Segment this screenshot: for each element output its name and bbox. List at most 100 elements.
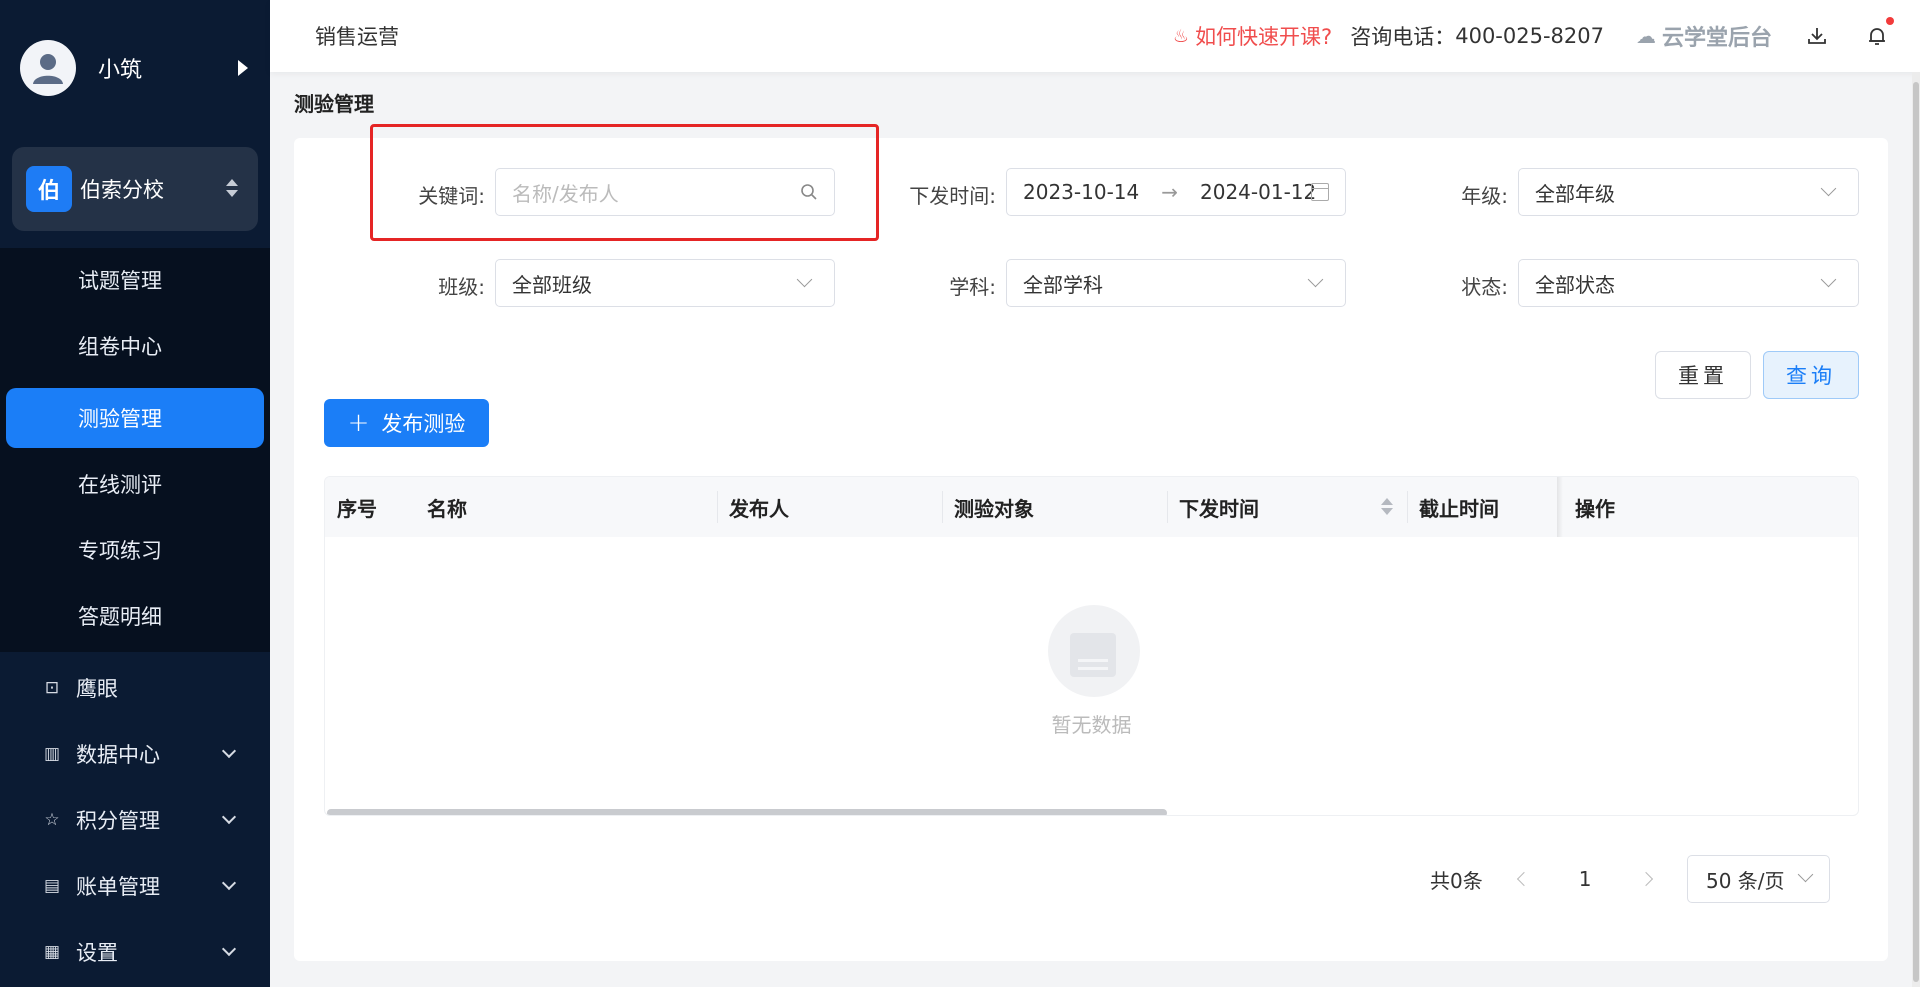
sidebar-item-label: 账单管理 bbox=[76, 875, 160, 899]
sidebar-item-data-center[interactable]: ▥ 数据中心 bbox=[0, 724, 270, 784]
chevron-down-icon bbox=[1307, 271, 1324, 288]
keyword-highlight-box bbox=[370, 124, 879, 241]
sort-icon[interactable] bbox=[1381, 498, 1393, 515]
sidebar-item-settings[interactable]: ▦ 设置 bbox=[0, 922, 270, 982]
subject-value: 全部学科 bbox=[1023, 272, 1103, 297]
sidebar: 小筑 伯 伯索分校 试题管理 组卷中心 测验管理 在线测评 专项练习 答题明细 … bbox=[0, 0, 270, 987]
page-size-value: 50 条/页 bbox=[1706, 868, 1785, 893]
flame-icon: ♨ bbox=[1172, 25, 1190, 47]
submenu: 试题管理 组卷中心 测验管理 在线测评 专项练习 答题明细 bbox=[0, 248, 270, 652]
bill-icon: ▤ bbox=[43, 876, 61, 896]
empty-data-icon bbox=[1048, 605, 1140, 697]
page-title: 测验管理 bbox=[294, 92, 374, 116]
column-header-issue-time[interactable]: 下发时间 bbox=[1167, 477, 1407, 537]
arrow-right-icon: → bbox=[1161, 180, 1178, 204]
user-name: 小筑 bbox=[98, 57, 143, 83]
sidebar-item-label: 答题明细 bbox=[78, 605, 162, 629]
status-select[interactable]: 全部状态 bbox=[1518, 259, 1859, 307]
time-label: 下发时间: bbox=[909, 184, 996, 208]
notification-button[interactable] bbox=[1862, 17, 1894, 51]
reset-button[interactable]: 重置 bbox=[1655, 351, 1751, 399]
class-label: 班级: bbox=[438, 275, 485, 299]
vertical-scrollbar[interactable] bbox=[1913, 82, 1919, 982]
class-value: 全部班级 bbox=[512, 272, 592, 297]
school-name: 伯索分校 bbox=[80, 178, 164, 202]
sidebar-item-label: 数据中心 bbox=[76, 743, 160, 767]
download-button[interactable] bbox=[1802, 21, 1832, 51]
column-header-deadline: 截止时间 bbox=[1419, 496, 1499, 521]
sidebar-item-label: 鹰眼 bbox=[76, 677, 118, 701]
column-header-publisher: 发布人 bbox=[729, 496, 789, 521]
school-switcher[interactable]: 伯 伯索分校 bbox=[12, 147, 258, 231]
issue-time-label: 下发时间 bbox=[1179, 496, 1259, 521]
subject-label: 学科: bbox=[949, 275, 996, 299]
grade-label: 年级: bbox=[1461, 184, 1508, 208]
sidebar-item-label: 组卷中心 bbox=[78, 335, 162, 359]
horizontal-scrollbar[interactable] bbox=[327, 809, 1167, 815]
sidebar-item-bills[interactable]: ▤ 账单管理 bbox=[0, 856, 270, 916]
date-end[interactable]: 2024-01-12 bbox=[1200, 180, 1316, 204]
user-avatar-icon bbox=[33, 53, 63, 84]
chart-icon: ▥ bbox=[43, 744, 61, 764]
column-header-target: 测验对象 bbox=[954, 496, 1034, 521]
status-value: 全部状态 bbox=[1535, 272, 1615, 297]
eagle-eye-icon: ⊡ bbox=[44, 678, 60, 698]
chevron-right-icon[interactable] bbox=[1639, 871, 1654, 887]
sidebar-item-points[interactable]: ☆ 积分管理 bbox=[0, 790, 270, 850]
chevron-down-icon bbox=[1820, 271, 1837, 288]
sidebar-item-label: 设置 bbox=[76, 941, 118, 965]
grade-select[interactable]: 全部年级 bbox=[1518, 168, 1859, 216]
pagination: 共0条 1 bbox=[1430, 855, 1654, 903]
help-text: 如何快速开课? bbox=[1195, 25, 1333, 49]
query-button[interactable]: 查询 bbox=[1763, 351, 1859, 399]
brand-logo: ☁ 云学堂后台 bbox=[1636, 20, 1772, 52]
sidebar-item-eagle-eye[interactable]: ⊡ 鹰眼 bbox=[0, 658, 270, 718]
sidebar-item-paper-center[interactable]: 组卷中心 bbox=[0, 316, 270, 376]
chevron-down-icon bbox=[796, 271, 813, 288]
page-size-select[interactable]: 50 条/页 bbox=[1687, 855, 1830, 903]
chevron-down-icon bbox=[1820, 180, 1837, 197]
sidebar-item-label: 试题管理 bbox=[78, 269, 162, 293]
sort-caret-icon bbox=[226, 179, 238, 197]
date-range-picker[interactable]: 2023-10-14 → 2024-01-12 bbox=[1006, 168, 1346, 216]
chevron-down-icon bbox=[221, 875, 237, 891]
subject-select[interactable]: 全部学科 bbox=[1006, 259, 1346, 307]
sidebar-item-special-practice[interactable]: 专项练习 bbox=[0, 520, 270, 580]
sidebar-item-question-bank[interactable]: 试题管理 bbox=[0, 250, 270, 310]
sidebar-item-quiz-management[interactable]: 测验管理 bbox=[6, 388, 264, 448]
publish-label: 发布测验 bbox=[381, 412, 466, 436]
page-number[interactable]: 1 bbox=[1579, 867, 1592, 891]
user-profile[interactable]: 小筑 bbox=[0, 0, 270, 135]
total-count: 共0条 bbox=[1430, 868, 1483, 893]
chevron-down-icon bbox=[221, 743, 237, 759]
top-right: ♨ 如何快速开课? 咨询电话： 400-025-8207 ☁ 云学堂后台 bbox=[1173, 0, 1920, 72]
sidebar-item-answer-details[interactable]: 答题明细 bbox=[0, 586, 270, 646]
status-label: 状态: bbox=[1461, 275, 1508, 299]
phone-label: 咨询电话： bbox=[1350, 25, 1456, 49]
phone-number: 400-025-8207 bbox=[1455, 24, 1604, 48]
publish-quiz-button[interactable]: + 发布测验 bbox=[324, 399, 489, 447]
notification-dot bbox=[1886, 17, 1894, 25]
calendar-icon bbox=[1311, 183, 1329, 201]
download-icon bbox=[1808, 28, 1826, 44]
empty-text: 暂无数据 bbox=[1051, 713, 1132, 737]
column-header-name: 名称 bbox=[427, 496, 467, 521]
chevron-left-icon[interactable] bbox=[1516, 871, 1531, 887]
help-link[interactable]: ♨ 如何快速开课? bbox=[1173, 21, 1332, 51]
class-select[interactable]: 全部班级 bbox=[495, 259, 835, 307]
brand-name: 云学堂后台 bbox=[1661, 26, 1772, 51]
plus-icon: + bbox=[347, 408, 370, 438]
date-start[interactable]: 2023-10-14 bbox=[1023, 180, 1139, 204]
sidebar-item-online-assessment[interactable]: 在线测评 bbox=[0, 454, 270, 514]
sidebar-item-label: 积分管理 bbox=[76, 809, 160, 833]
column-header-index: 序号 bbox=[337, 496, 377, 521]
bell-icon bbox=[1869, 28, 1885, 45]
chevron-down-icon bbox=[221, 941, 237, 957]
avatar[interactable] bbox=[20, 39, 76, 96]
sidebar-item-label: 专项练习 bbox=[78, 539, 162, 563]
empty-state: 暂无数据 bbox=[325, 537, 1858, 815]
settings-icon: ▦ bbox=[43, 942, 61, 962]
top-bar: 销售运营 ♨ 如何快速开课? 咨询电话： 400-025-8207 ☁ 云学堂后… bbox=[270, 0, 1920, 72]
chevron-down-icon bbox=[221, 809, 237, 825]
caret-right-icon[interactable] bbox=[238, 60, 248, 76]
